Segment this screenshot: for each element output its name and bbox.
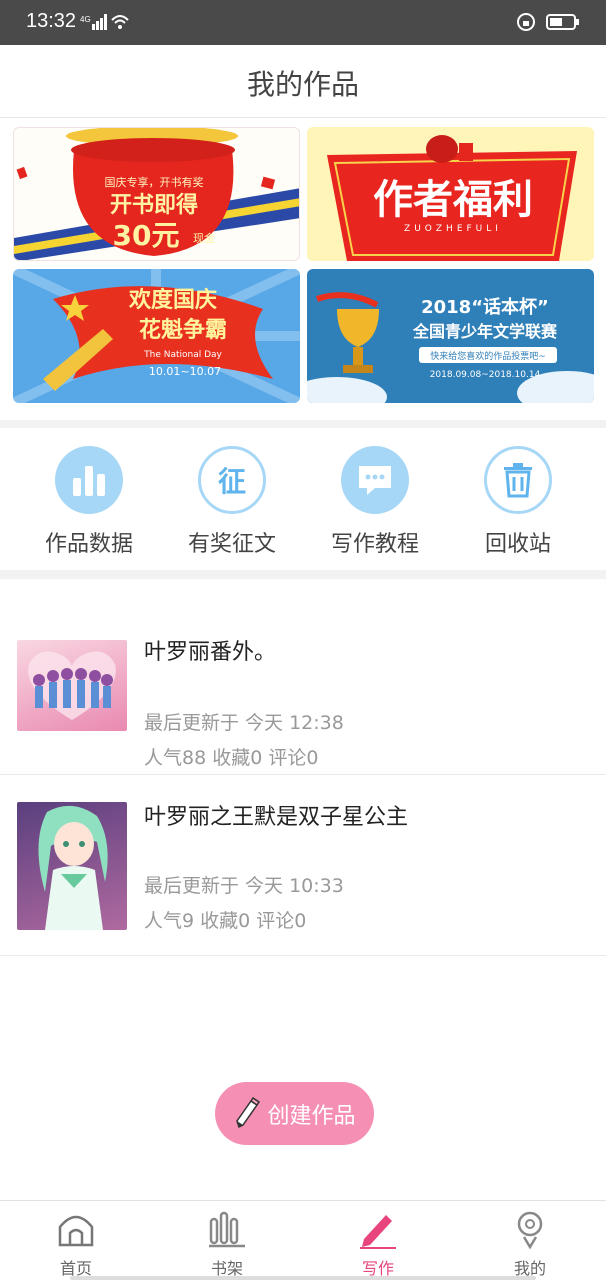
work-updated: 最后更新于 今天 10:33 xyxy=(144,875,344,897)
lock-rotation-icon xyxy=(517,13,535,31)
zheng-glyph: 征 xyxy=(217,465,246,498)
quick-actions: 作品数据 征 有奖征文 写作教程 回收站 xyxy=(0,428,606,570)
contest-banner[interactable]: 2018“话本杯” 全国青少年文学联赛 快来给您喜欢的作品投票吧~ 2018.0… xyxy=(307,269,594,403)
home-icon xyxy=(58,1215,94,1247)
banner3-line2: 花魁争霸 xyxy=(139,317,227,343)
section-divider xyxy=(0,570,606,579)
action-label: 写作教程 xyxy=(330,532,419,557)
action-essay-contest[interactable]: 征 有奖征文 xyxy=(172,446,292,558)
tab-home[interactable]: 首页 xyxy=(26,1209,126,1279)
action-writing-tutorial[interactable]: 写作教程 xyxy=(315,446,435,558)
section-divider xyxy=(0,420,606,428)
trash-icon xyxy=(484,446,552,514)
chat-bubble-icon xyxy=(341,446,409,514)
banner2-headline: 作者福利 xyxy=(373,177,533,223)
action-recycle-bin[interactable]: 回收站 xyxy=(458,446,578,558)
work-updated: 最后更新于 今天 12:38 xyxy=(144,712,344,734)
work-cover-image xyxy=(17,640,127,731)
banner3-english: The National Day xyxy=(143,350,222,360)
national-day-banner[interactable]: 国庆专享，开书有奖 开书即得 30元 现金 xyxy=(13,127,300,261)
page-title: 我的作品 xyxy=(246,68,359,101)
banner1-tagline: 国庆专享，开书有奖 xyxy=(105,175,204,189)
status-time: 13:32 xyxy=(26,10,77,32)
banner1-cash: 现金 xyxy=(193,231,215,245)
bookshelf-icon xyxy=(209,1211,245,1248)
action-label: 作品数据 xyxy=(44,532,133,557)
author-benefit-banner[interactable]: 作者福利 ZUOZHEFULI xyxy=(307,127,594,261)
tab-write[interactable]: 写作 xyxy=(328,1209,428,1279)
zheng-icon: 征 xyxy=(198,446,266,514)
gesture-bar[interactable] xyxy=(70,1276,536,1280)
action-label: 有奖征文 xyxy=(187,532,276,557)
banner3-line1: 欢度国庆 xyxy=(128,287,217,313)
work-title: 叶罗丽之王默是双子星公主 xyxy=(144,805,409,830)
banner1-headline: 开书即得 xyxy=(110,192,198,218)
network-type-label: 4G xyxy=(80,15,91,24)
work-cover-image xyxy=(17,802,127,930)
tab-profile[interactable]: 我的 xyxy=(480,1209,580,1279)
pencil-icon xyxy=(236,1096,261,1128)
banner4-subtitle: 全国青少年文学联赛 xyxy=(412,322,558,341)
banner-grid: 国庆专享，开书有奖 开书即得 30元 现金 作者福利 ZUOZHEFULI 欢度… xyxy=(0,118,606,420)
app-header: 我的作品 xyxy=(0,45,606,118)
celebrate-banner[interactable]: 欢度国庆 花魁争霸 The National Day 10.01~10.07 xyxy=(13,269,300,403)
profile-icon xyxy=(517,1211,543,1250)
bottom-nav: 首页 书架 写作 我的 xyxy=(0,1200,606,1280)
action-label: 回收站 xyxy=(484,532,551,557)
banner3-dates: 10.01~10.07 xyxy=(149,365,221,378)
work-stats: 人气88 收藏0 评论0 xyxy=(144,747,319,769)
banner1-amount: 30元 xyxy=(113,219,180,252)
create-work-button[interactable]: 创建作品 xyxy=(215,1082,374,1145)
status-bar: 13:32 4G xyxy=(0,0,606,45)
signal-icon: 4G xyxy=(80,12,132,36)
banner4-title: 2018“话本杯” xyxy=(421,296,549,318)
work-stats: 人气9 收藏0 评论0 xyxy=(144,910,307,932)
battery-icon xyxy=(546,14,579,30)
work-title: 叶罗丽番外。 xyxy=(144,640,277,665)
tab-bookshelf[interactable]: 书架 xyxy=(177,1209,277,1279)
create-work-label: 创建作品 xyxy=(267,1103,356,1129)
banner4-cta: 快来给您喜欢的作品投票吧~ xyxy=(430,350,546,362)
work-item[interactable]: 叶罗丽之王默是双子星公主 最后更新于 今天 10:33 人气9 收藏0 评论0 xyxy=(0,775,606,956)
work-item[interactable]: 叶罗丽番外。 最后更新于 今天 12:38 人气88 收藏0 评论0 xyxy=(0,594,606,775)
banner4-dates: 2018.09.08~2018.10.14 xyxy=(430,370,541,380)
bar-chart-icon xyxy=(55,446,123,514)
pencil-icon xyxy=(360,1215,396,1249)
action-work-data[interactable]: 作品数据 xyxy=(29,446,149,558)
banner2-pinyin: ZUOZHEFULI xyxy=(404,224,502,234)
